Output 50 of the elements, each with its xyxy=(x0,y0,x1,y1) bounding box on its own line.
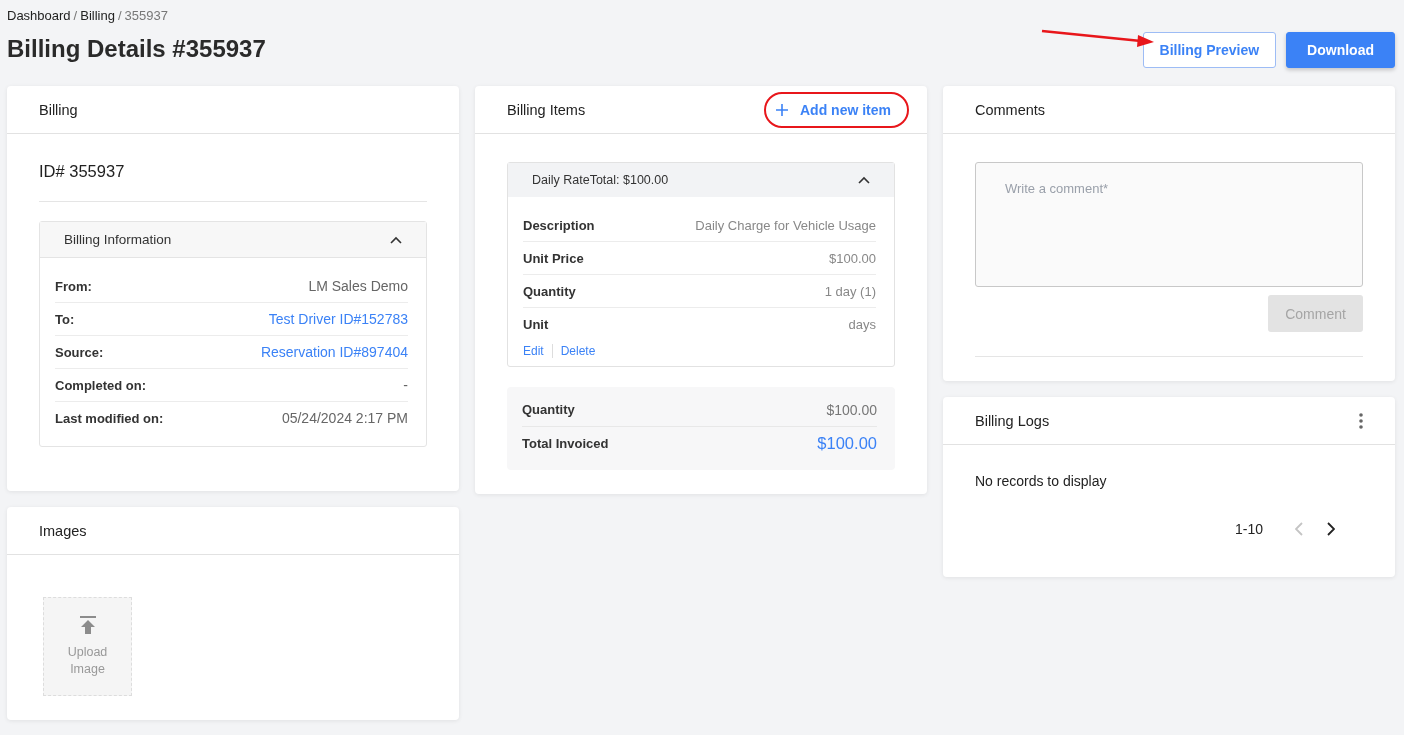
field-value: - xyxy=(403,377,408,393)
card-title: Billing xyxy=(39,101,78,118)
plus-icon xyxy=(776,103,788,116)
value-link[interactable]: Test Driver ID#152783 xyxy=(268,311,408,327)
action-link[interactable]: Delete xyxy=(551,344,604,358)
field-value: LM Sales Demo xyxy=(308,278,408,294)
field-label: Quantity xyxy=(523,283,576,299)
upload-image-button[interactable]: Upload Image xyxy=(43,597,132,696)
field-value: Daily Charge for Vehicle Usage xyxy=(695,217,876,233)
card-title: Images xyxy=(39,522,87,539)
field-label: To: xyxy=(55,311,75,327)
preview-button[interactable]: Billing Preview xyxy=(1142,32,1277,68)
card-title: Comments xyxy=(975,101,1046,118)
summary-value: $100.00 xyxy=(826,401,877,418)
card-title: Billing Items xyxy=(507,101,586,118)
field-value: days xyxy=(848,316,876,332)
breadcrumb-link[interactable]: Dashboard xyxy=(7,8,71,23)
page-title: Billing Details #355937 xyxy=(7,35,266,63)
card-title: Billing Logs xyxy=(975,412,1050,429)
page-range: 1-10 xyxy=(1234,521,1263,537)
summary-label: Quantity xyxy=(522,402,575,417)
field-label: Description xyxy=(523,217,595,233)
add-item-button[interactable]: Add new item xyxy=(764,91,909,128)
empty-message: No records to display xyxy=(975,473,1108,489)
comment-field[interactable]: Write a comment* xyxy=(975,162,1363,287)
field-label: Source: xyxy=(55,344,104,360)
total-amount: $100.00 xyxy=(817,434,877,453)
field-label: From: xyxy=(55,278,92,294)
field-label: Completed on: xyxy=(55,377,146,393)
billing-id: ID# 355937 xyxy=(39,162,126,181)
field-value: 1 day (1) xyxy=(824,283,876,299)
field-label: Last modified on: xyxy=(55,410,164,426)
panel-header[interactable]: Daily RateTotal: $100.00 xyxy=(508,163,894,197)
summary-label: Total Invoiced xyxy=(522,436,609,451)
field-label: Unit Price xyxy=(523,250,584,266)
field-value: 05/24/2024 2:17 PM xyxy=(281,410,408,426)
breadcrumb-separator: / xyxy=(73,8,78,23)
action-link[interactable]: Edit xyxy=(523,344,552,358)
download-button[interactable]: Download xyxy=(1286,32,1395,68)
next-page-icon[interactable] xyxy=(1327,522,1335,536)
chevron-icon xyxy=(858,176,870,184)
breadcrumb-separator: / xyxy=(117,8,122,23)
panel-header[interactable]: Billing Information xyxy=(40,222,426,258)
field-value: $100.00 xyxy=(829,250,876,266)
field-label: Unit xyxy=(523,316,549,332)
upload-icon xyxy=(79,615,96,634)
more-options-icon[interactable] xyxy=(1359,412,1363,429)
chevron-icon xyxy=(390,235,402,244)
value-link[interactable]: Reservation ID#897404 xyxy=(260,344,408,360)
breadcrumb-link[interactable]: Billing xyxy=(80,8,115,23)
